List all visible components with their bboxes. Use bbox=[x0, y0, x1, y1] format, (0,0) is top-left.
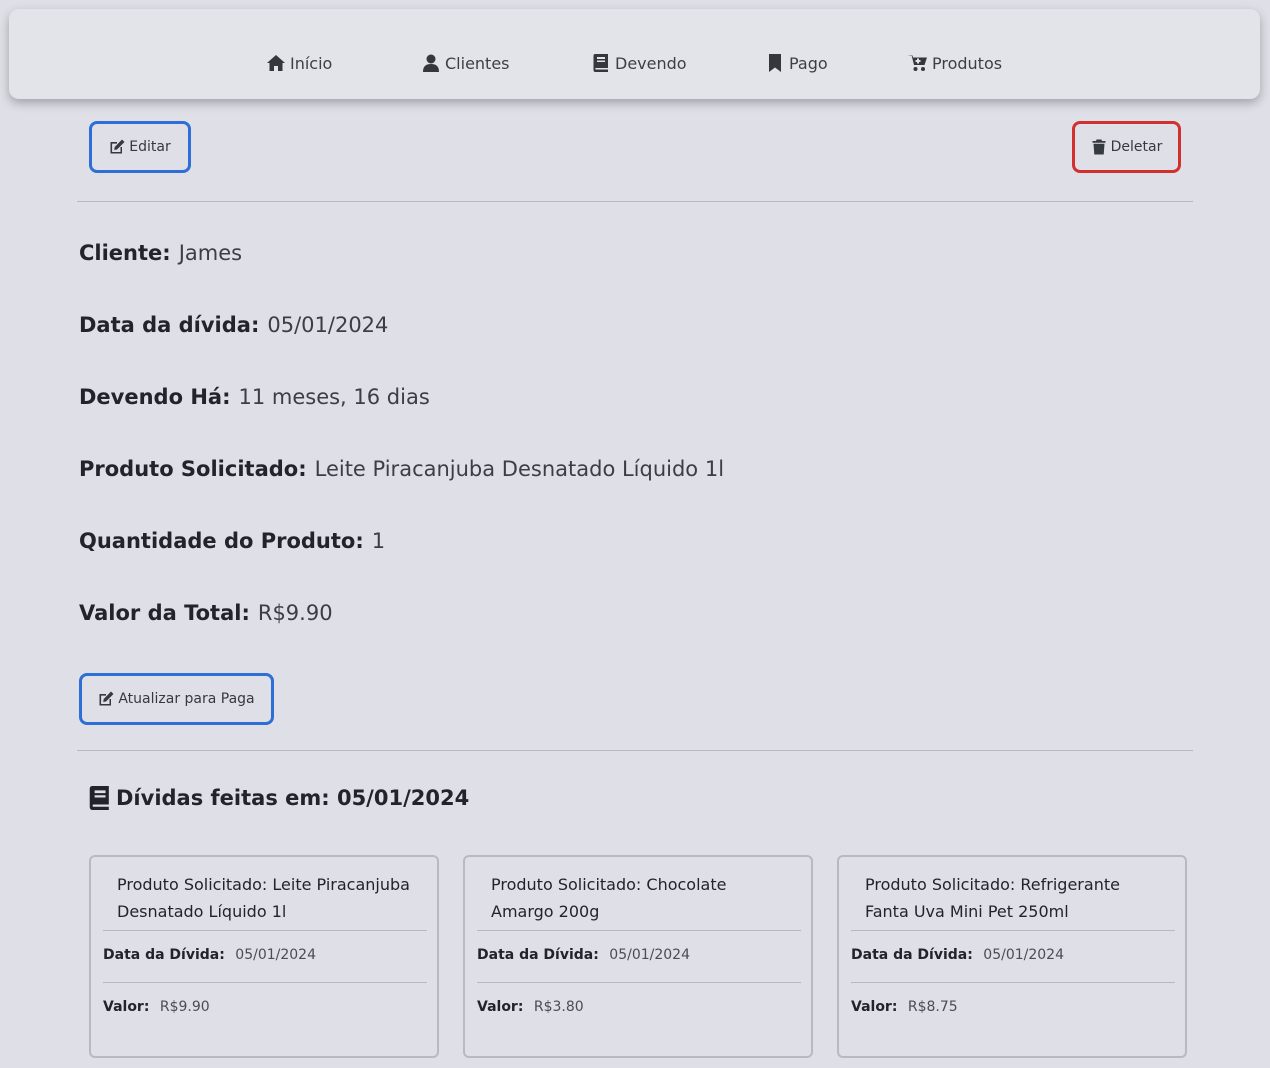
card-date-label: Data da Dívida: bbox=[851, 947, 973, 963]
card-value: R$3.80 bbox=[533, 999, 584, 1015]
nav-item-pago[interactable]: Pago bbox=[765, 52, 828, 74]
book-icon bbox=[593, 54, 608, 72]
card-product: Produto Solicitado: Refrigerante Fanta U… bbox=[865, 875, 1120, 921]
card-divider bbox=[851, 930, 1175, 931]
nav-item-produtos[interactable]: Produtos bbox=[908, 52, 1002, 74]
total-value: R$9.90 bbox=[257, 601, 333, 625]
divider-bottom bbox=[77, 750, 1193, 751]
card-date-label: Data da Dívida: bbox=[103, 947, 225, 963]
home-icon bbox=[267, 55, 285, 71]
card-divider bbox=[477, 982, 801, 983]
debt-date-field: Data da dívida: 05/01/2024 bbox=[79, 311, 388, 339]
trash-icon bbox=[1092, 139, 1106, 155]
owed-since-field: Devendo Há: 11 meses, 16 dias bbox=[79, 383, 430, 411]
nav-item-inicio[interactable]: Início bbox=[266, 52, 332, 74]
debt-date-label: Data da dívida: bbox=[79, 313, 260, 337]
client-label: Cliente: bbox=[79, 241, 171, 265]
product-label: Produto Solicitado: bbox=[79, 457, 307, 481]
debt-date-value: 05/01/2024 bbox=[267, 313, 389, 337]
product-value: Leite Piracanjuba Desnatado Líquido 1l bbox=[314, 457, 725, 481]
nav-item-label: Início bbox=[290, 53, 333, 73]
card-divider bbox=[103, 930, 427, 931]
owed-since-label: Devendo Há: bbox=[79, 385, 231, 409]
debt-card[interactable]: Produto Solicitado: Refrigerante Fanta U… bbox=[837, 855, 1187, 1058]
card-value-row: Valor: R$9.90 bbox=[103, 999, 210, 1015]
delete-button-label: Deletar bbox=[1110, 139, 1163, 155]
nav-item-label: Pago bbox=[789, 53, 828, 73]
nav-item-label: Clientes bbox=[445, 53, 510, 73]
card-value-row: Valor: R$8.75 bbox=[851, 999, 958, 1015]
nav-item-label: Devendo bbox=[615, 53, 687, 73]
edit-button[interactable]: Editar bbox=[89, 121, 191, 173]
divider-top bbox=[77, 201, 1193, 202]
card-date-row: Data da Dívida: 05/01/2024 bbox=[103, 947, 316, 963]
user-icon bbox=[423, 54, 439, 72]
card-value: R$8.75 bbox=[907, 999, 958, 1015]
card-divider bbox=[103, 982, 427, 983]
update-paid-button-label: Atualizar para Paga bbox=[118, 691, 255, 707]
debts-section-title: Dívidas feitas em: 05/01/2024 bbox=[88, 783, 469, 813]
nav-item-label: Produtos bbox=[932, 53, 1003, 73]
card-value-row: Valor: R$3.80 bbox=[477, 999, 584, 1015]
client-value: James bbox=[178, 241, 243, 265]
edit-icon bbox=[99, 691, 114, 706]
card-date-value: 05/01/2024 bbox=[983, 947, 1064, 963]
card-value-label: Valor: bbox=[477, 999, 524, 1015]
client-field: Cliente: James bbox=[79, 239, 242, 267]
quantity-value: 1 bbox=[371, 529, 386, 553]
card-product: Produto Solicitado: Leite Piracanjuba De… bbox=[117, 875, 410, 921]
book-icon bbox=[89, 786, 109, 810]
card-date-row: Data da Dívida: 05/01/2024 bbox=[851, 947, 1064, 963]
card-product: Produto Solicitado: Chocolate Amargo 200… bbox=[491, 875, 727, 921]
card-divider bbox=[851, 982, 1175, 983]
card-date-value: 05/01/2024 bbox=[235, 947, 316, 963]
debt-card[interactable]: Produto Solicitado: Leite Piracanjuba De… bbox=[89, 855, 439, 1058]
edit-icon bbox=[110, 139, 125, 154]
nav-item-devendo[interactable]: Devendo bbox=[591, 52, 687, 74]
quantity-field: Quantidade do Produto: 1 bbox=[79, 527, 385, 555]
total-field: Valor da Total: R$9.90 bbox=[79, 599, 333, 627]
card-date-label: Data da Dívida: bbox=[477, 947, 599, 963]
total-label: Valor da Total: bbox=[79, 601, 250, 625]
bookmark-icon bbox=[769, 54, 781, 72]
card-value-label: Valor: bbox=[851, 999, 898, 1015]
product-field: Produto Solicitado: Leite Piracanjuba De… bbox=[79, 455, 724, 483]
edit-button-label: Editar bbox=[129, 139, 171, 155]
debts-section-title-text: Dívidas feitas em: 05/01/2024 bbox=[116, 786, 470, 810]
debt-card[interactable]: Produto Solicitado: Chocolate Amargo 200… bbox=[463, 855, 813, 1058]
card-divider bbox=[477, 930, 801, 931]
cart-icon bbox=[908, 55, 927, 71]
card-date-row: Data da Dívida: 05/01/2024 bbox=[477, 947, 690, 963]
top-navbar: Início Clientes Devendo Pago Produtos bbox=[9, 9, 1260, 99]
card-value: R$9.90 bbox=[159, 999, 210, 1015]
update-paid-button[interactable]: Atualizar para Paga bbox=[79, 673, 274, 725]
delete-button[interactable]: Deletar bbox=[1072, 121, 1181, 173]
card-date-value: 05/01/2024 bbox=[609, 947, 690, 963]
card-value-label: Valor: bbox=[103, 999, 150, 1015]
nav-item-clientes[interactable]: Clientes bbox=[421, 52, 510, 74]
quantity-label: Quantidade do Produto: bbox=[79, 529, 364, 553]
owed-since-value: 11 meses, 16 dias bbox=[238, 385, 430, 409]
